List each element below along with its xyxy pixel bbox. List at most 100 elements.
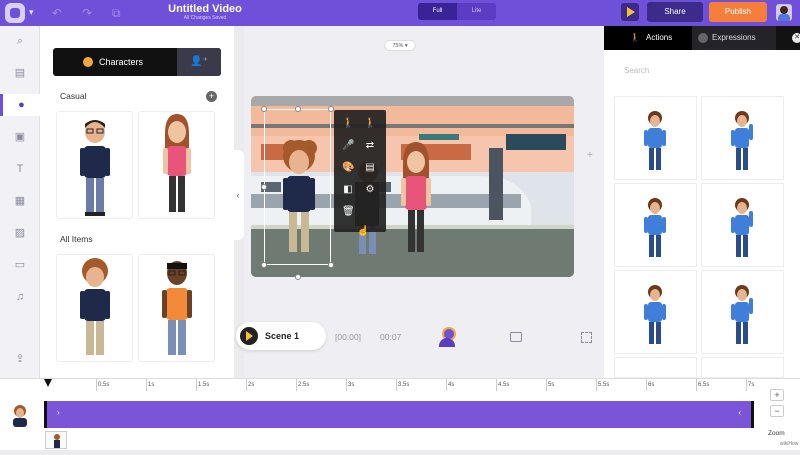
- scene-label[interactable]: Scene 1: [265, 322, 299, 350]
- actions-search-input[interactable]: Search: [624, 66, 649, 75]
- rotate-handle-icon[interactable]: [295, 274, 301, 280]
- time-end: 00:07: [380, 332, 402, 342]
- resize-handle[interactable]: [261, 106, 267, 112]
- library-panel: Characters 👤⁺ Casual + All Items: [40, 26, 234, 378]
- character-card[interactable]: [56, 254, 133, 362]
- properties-icon[interactable]: ▣: [0, 126, 40, 148]
- track-start-chevron-icon[interactable]: ›: [57, 408, 60, 417]
- action-card[interactable]: [614, 183, 697, 267]
- timeline-tick: 1s: [145, 379, 155, 391]
- right-tabs: 🚶 Actions Expressions ✕: [604, 26, 800, 50]
- add-character-icon[interactable]: 👤⁺: [177, 48, 221, 76]
- music-icon[interactable]: ♫: [0, 286, 40, 308]
- flip-icon[interactable]: ◧: [342, 184, 354, 196]
- menu-caret-icon[interactable]: ▾: [29, 7, 34, 18]
- walk-out-icon[interactable]: 🚶: [364, 118, 376, 130]
- action-card[interactable]: [701, 96, 784, 180]
- character-card[interactable]: [56, 111, 133, 219]
- character-card[interactable]: [138, 111, 215, 219]
- collapse-panel-icon[interactable]: ‹: [232, 150, 244, 240]
- camera-icon[interactable]: [510, 332, 522, 342]
- time-start: [00:00]: [335, 332, 361, 342]
- timeline-tick: 4.5s: [495, 379, 510, 391]
- mode-lite-option[interactable]: Lite: [457, 3, 496, 20]
- zoom-out-button[interactable]: −: [770, 405, 784, 417]
- text-icon[interactable]: T: [0, 158, 40, 180]
- action-card[interactable]: [701, 357, 784, 378]
- templates-icon[interactable]: ▦: [0, 190, 40, 212]
- tab-expressions[interactable]: Expressions: [692, 26, 776, 50]
- action-card[interactable]: [614, 96, 697, 180]
- add-casual-icon[interactable]: +: [206, 91, 217, 102]
- action-card[interactable]: [701, 183, 784, 267]
- characters-icon[interactable]: ●: [0, 94, 40, 116]
- character-figure-glasses: [80, 120, 110, 216]
- cursor-hand-icon: ☝: [357, 226, 370, 237]
- scene-thumbnail[interactable]: [45, 431, 67, 449]
- redo-icon[interactable]: ↷: [82, 6, 96, 20]
- character-figure-orange: [162, 261, 192, 355]
- timeline-tick: 2.5s: [295, 379, 310, 391]
- user-avatar[interactable]: [776, 4, 792, 21]
- search-icon[interactable]: ⌕: [0, 30, 40, 52]
- library-tabs: Characters 👤⁺: [53, 48, 221, 76]
- all-items-label: All Items: [60, 234, 93, 244]
- resize-handle[interactable]: [261, 184, 267, 190]
- character-figure-curly: [80, 258, 110, 355]
- scene-play-icon[interactable]: [240, 327, 258, 345]
- resize-handle[interactable]: [328, 262, 334, 268]
- play-preview-icon[interactable]: [621, 3, 639, 21]
- zoom-in-button[interactable]: +: [770, 389, 784, 401]
- walk-icon: 🚶: [630, 33, 640, 42]
- gear-icon[interactable]: ⚙: [364, 184, 376, 196]
- share-button[interactable]: Share: [647, 2, 703, 22]
- right-panel: 🚶 Actions Expressions ✕ Search: [604, 26, 800, 378]
- delete-icon[interactable]: 🗑: [342, 206, 355, 218]
- character-card[interactable]: [138, 254, 215, 362]
- color-palette-icon[interactable]: 🎨: [342, 162, 354, 174]
- timeline-tick: 2s: [245, 379, 255, 391]
- tab-actions-label: Actions: [646, 33, 673, 42]
- upload-icon[interactable]: ⇪: [0, 348, 40, 370]
- resize-handle[interactable]: [295, 106, 301, 112]
- publish-button[interactable]: Publish: [709, 2, 767, 22]
- character-track-icon: [10, 405, 30, 427]
- close-panel[interactable]: ✕: [776, 26, 800, 50]
- tab-characters-label: Characters: [99, 57, 144, 67]
- character-track-bar[interactable]: › ‹: [44, 401, 754, 428]
- timeline-tick: 5s: [545, 379, 555, 391]
- undo-icon[interactable]: ↶: [52, 6, 66, 20]
- tab-characters[interactable]: Characters: [53, 48, 177, 76]
- lipsync-icon[interactable]: 🎤: [342, 140, 354, 152]
- scene-bar: Scene 1: [236, 322, 326, 350]
- add-scene-icon[interactable]: +: [587, 150, 593, 161]
- tab-expressions-label: Expressions: [712, 33, 756, 42]
- track-end-chevron-icon[interactable]: ‹: [738, 408, 741, 417]
- backgrounds-icon[interactable]: ▭: [0, 254, 40, 276]
- mode-full-option[interactable]: Full: [418, 3, 457, 20]
- selection-box[interactable]: [264, 109, 331, 265]
- close-icon[interactable]: ✕: [792, 33, 800, 43]
- media-icon[interactable]: ▤: [0, 62, 40, 84]
- action-card[interactable]: [701, 270, 784, 354]
- action-card[interactable]: [614, 357, 697, 378]
- layer-icon[interactable]: ▤: [364, 162, 376, 174]
- app-logo[interactable]: [5, 3, 25, 23]
- character-avatar-icon[interactable]: [438, 327, 456, 347]
- action-card[interactable]: [614, 270, 697, 354]
- timeline-tick: 4s: [445, 379, 455, 391]
- zoom-controls: + − Zoom: [766, 389, 796, 439]
- resize-handle[interactable]: [261, 262, 267, 268]
- video-title[interactable]: Untitled Video: [150, 3, 260, 15]
- swap-icon[interactable]: ⇄: [364, 140, 376, 152]
- timeline-tick: 3s: [345, 379, 355, 391]
- images-icon[interactable]: ▨: [0, 222, 40, 244]
- duplicate-icon[interactable]: ⧉: [112, 6, 126, 20]
- zoom-select[interactable]: 75% ▾: [384, 40, 416, 51]
- screenshot-icon[interactable]: [581, 332, 592, 343]
- timeline-tick: 3.5s: [395, 379, 410, 391]
- left-rail: ⌕ ▤ ● ▣ T ▦ ▨ ▭ ♫ ⇪: [0, 26, 40, 378]
- walk-in-icon[interactable]: 🚶: [342, 118, 354, 130]
- timeline-tick: 5.5s: [595, 379, 610, 391]
- tab-actions[interactable]: 🚶 Actions: [604, 26, 692, 50]
